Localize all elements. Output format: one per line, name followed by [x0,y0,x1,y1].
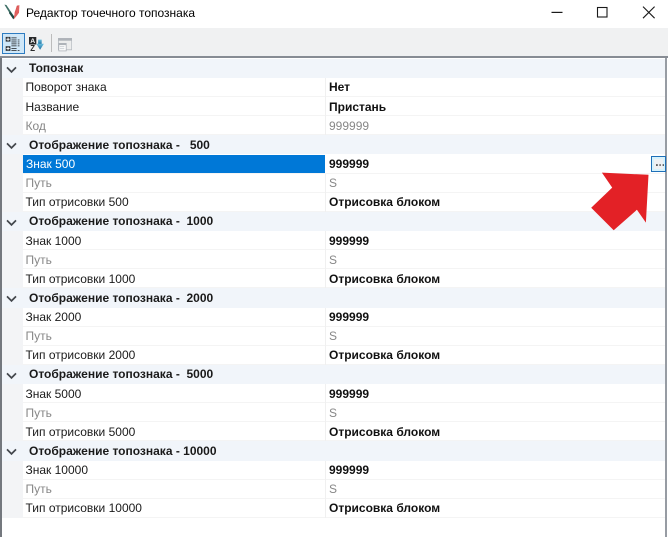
svg-text:Z: Z [30,44,35,52]
